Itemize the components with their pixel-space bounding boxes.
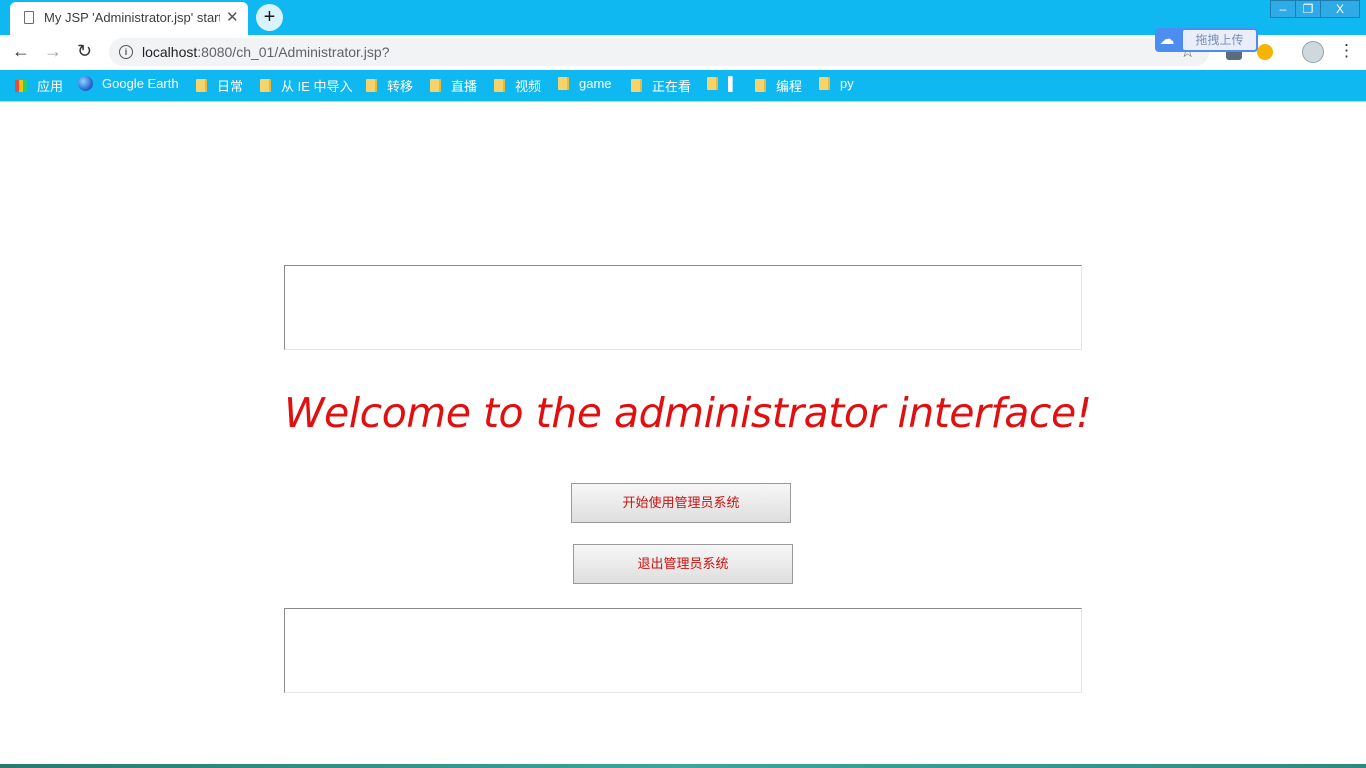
top-frame xyxy=(284,265,1082,350)
site-info-icon[interactable]: i xyxy=(119,45,133,59)
bookmark-label: game xyxy=(579,76,612,91)
bookmark-label: Google Earth xyxy=(102,76,179,91)
url-text[interactable]: localhost:8080/ch_01/Administrator.jsp? xyxy=(142,44,390,60)
bookmark-folder[interactable]: 直播 xyxy=(430,76,477,95)
url-host: localhost xyxy=(142,44,198,60)
browser-chrome: My JSP 'Administrator.jsp' starting page… xyxy=(0,0,1366,101)
taskbar-edge xyxy=(0,764,1366,768)
baidu-cloud-icon: ☁ xyxy=(1159,31,1175,48)
folder-icon xyxy=(366,79,377,92)
bookmarks-bar: 应用 Google Earth 日常 从 IE 中导入 转移 直播 视频 gam… xyxy=(0,70,1366,101)
back-icon[interactable]: ← xyxy=(12,41,30,62)
bookmark-folder[interactable]: 正在看 xyxy=(631,76,691,95)
bookmark-label: 从 IE 中导入 xyxy=(281,79,353,94)
bookmark-folder[interactable]: 视频 xyxy=(494,76,541,95)
folder-icon xyxy=(430,79,441,92)
page-icon xyxy=(24,11,34,24)
folder-icon xyxy=(755,79,766,92)
exit-admin-button[interactable]: 退出管理员系统 xyxy=(573,544,793,584)
bookmark-label: 编程 xyxy=(776,79,803,94)
bottom-frame xyxy=(284,608,1082,693)
bookmark-folder[interactable]: 转移 xyxy=(366,76,413,95)
welcome-heading: Welcome to the administrator interface! xyxy=(284,389,1092,437)
bookmark-folder[interactable]: py xyxy=(819,76,854,91)
folder-icon xyxy=(707,77,718,90)
url-path: :8080/ch_01/Administrator.jsp? xyxy=(197,44,390,60)
google-earth-icon xyxy=(78,76,93,91)
menu-icon[interactable]: ⋮ xyxy=(1338,41,1355,61)
start-admin-button[interactable]: 开始使用管理员系统 xyxy=(571,483,791,523)
tab-close-icon[interactable]: ✕ xyxy=(226,8,239,26)
folder-icon xyxy=(819,77,830,90)
folder-icon xyxy=(558,77,569,90)
extension-download-icon[interactable] xyxy=(1257,44,1273,60)
bookmark-folder[interactable]: 从 IE 中导入 xyxy=(260,76,353,95)
chrome-divider xyxy=(0,101,1366,102)
bookmark-google-earth[interactable]: Google Earth xyxy=(78,76,179,91)
bookmark-folder[interactable]: ▌ xyxy=(707,76,737,91)
profile-avatar[interactable] xyxy=(1302,41,1324,63)
folder-icon xyxy=(260,79,271,92)
bookmark-label: py xyxy=(840,76,854,91)
folder-icon xyxy=(631,79,642,92)
folder-icon xyxy=(196,79,207,92)
apps-icon xyxy=(15,79,27,92)
bookmark-label: 直播 xyxy=(451,79,478,94)
forward-icon[interactable]: → xyxy=(44,41,62,62)
address-bar[interactable]: i localhost:8080/ch_01/Administrator.jsp… xyxy=(109,38,1209,66)
reload-icon[interactable]: ↻ xyxy=(77,41,92,62)
minimize-button[interactable]: – xyxy=(1270,0,1296,18)
bookmark-label: 视频 xyxy=(515,79,542,94)
bookmark-label: 正在看 xyxy=(652,79,692,94)
bookmark-apps[interactable]: 应用 xyxy=(15,76,63,95)
bookmark-label: 日常 xyxy=(217,79,244,94)
close-window-button[interactable]: X xyxy=(1320,0,1360,18)
new-tab-button[interactable]: + xyxy=(256,4,283,31)
upload-label: 拖拽上传 xyxy=(1183,30,1256,50)
bookmark-label: ▌ xyxy=(728,76,738,91)
restore-button[interactable]: ❐ xyxy=(1295,0,1321,18)
bookmark-label: 应用 xyxy=(37,79,64,94)
bookmark-folder[interactable]: game xyxy=(558,76,612,91)
folder-icon xyxy=(494,79,505,92)
upload-widget[interactable]: ☁ 拖拽上传 xyxy=(1155,28,1258,52)
tab-title: My JSP 'Administrator.jsp' starting page xyxy=(44,10,220,25)
bookmark-folder[interactable]: 编程 xyxy=(755,76,802,95)
browser-tab[interactable]: My JSP 'Administrator.jsp' starting page… xyxy=(10,2,248,35)
bookmark-label: 转移 xyxy=(387,79,414,94)
bookmark-folder[interactable]: 日常 xyxy=(196,76,243,95)
